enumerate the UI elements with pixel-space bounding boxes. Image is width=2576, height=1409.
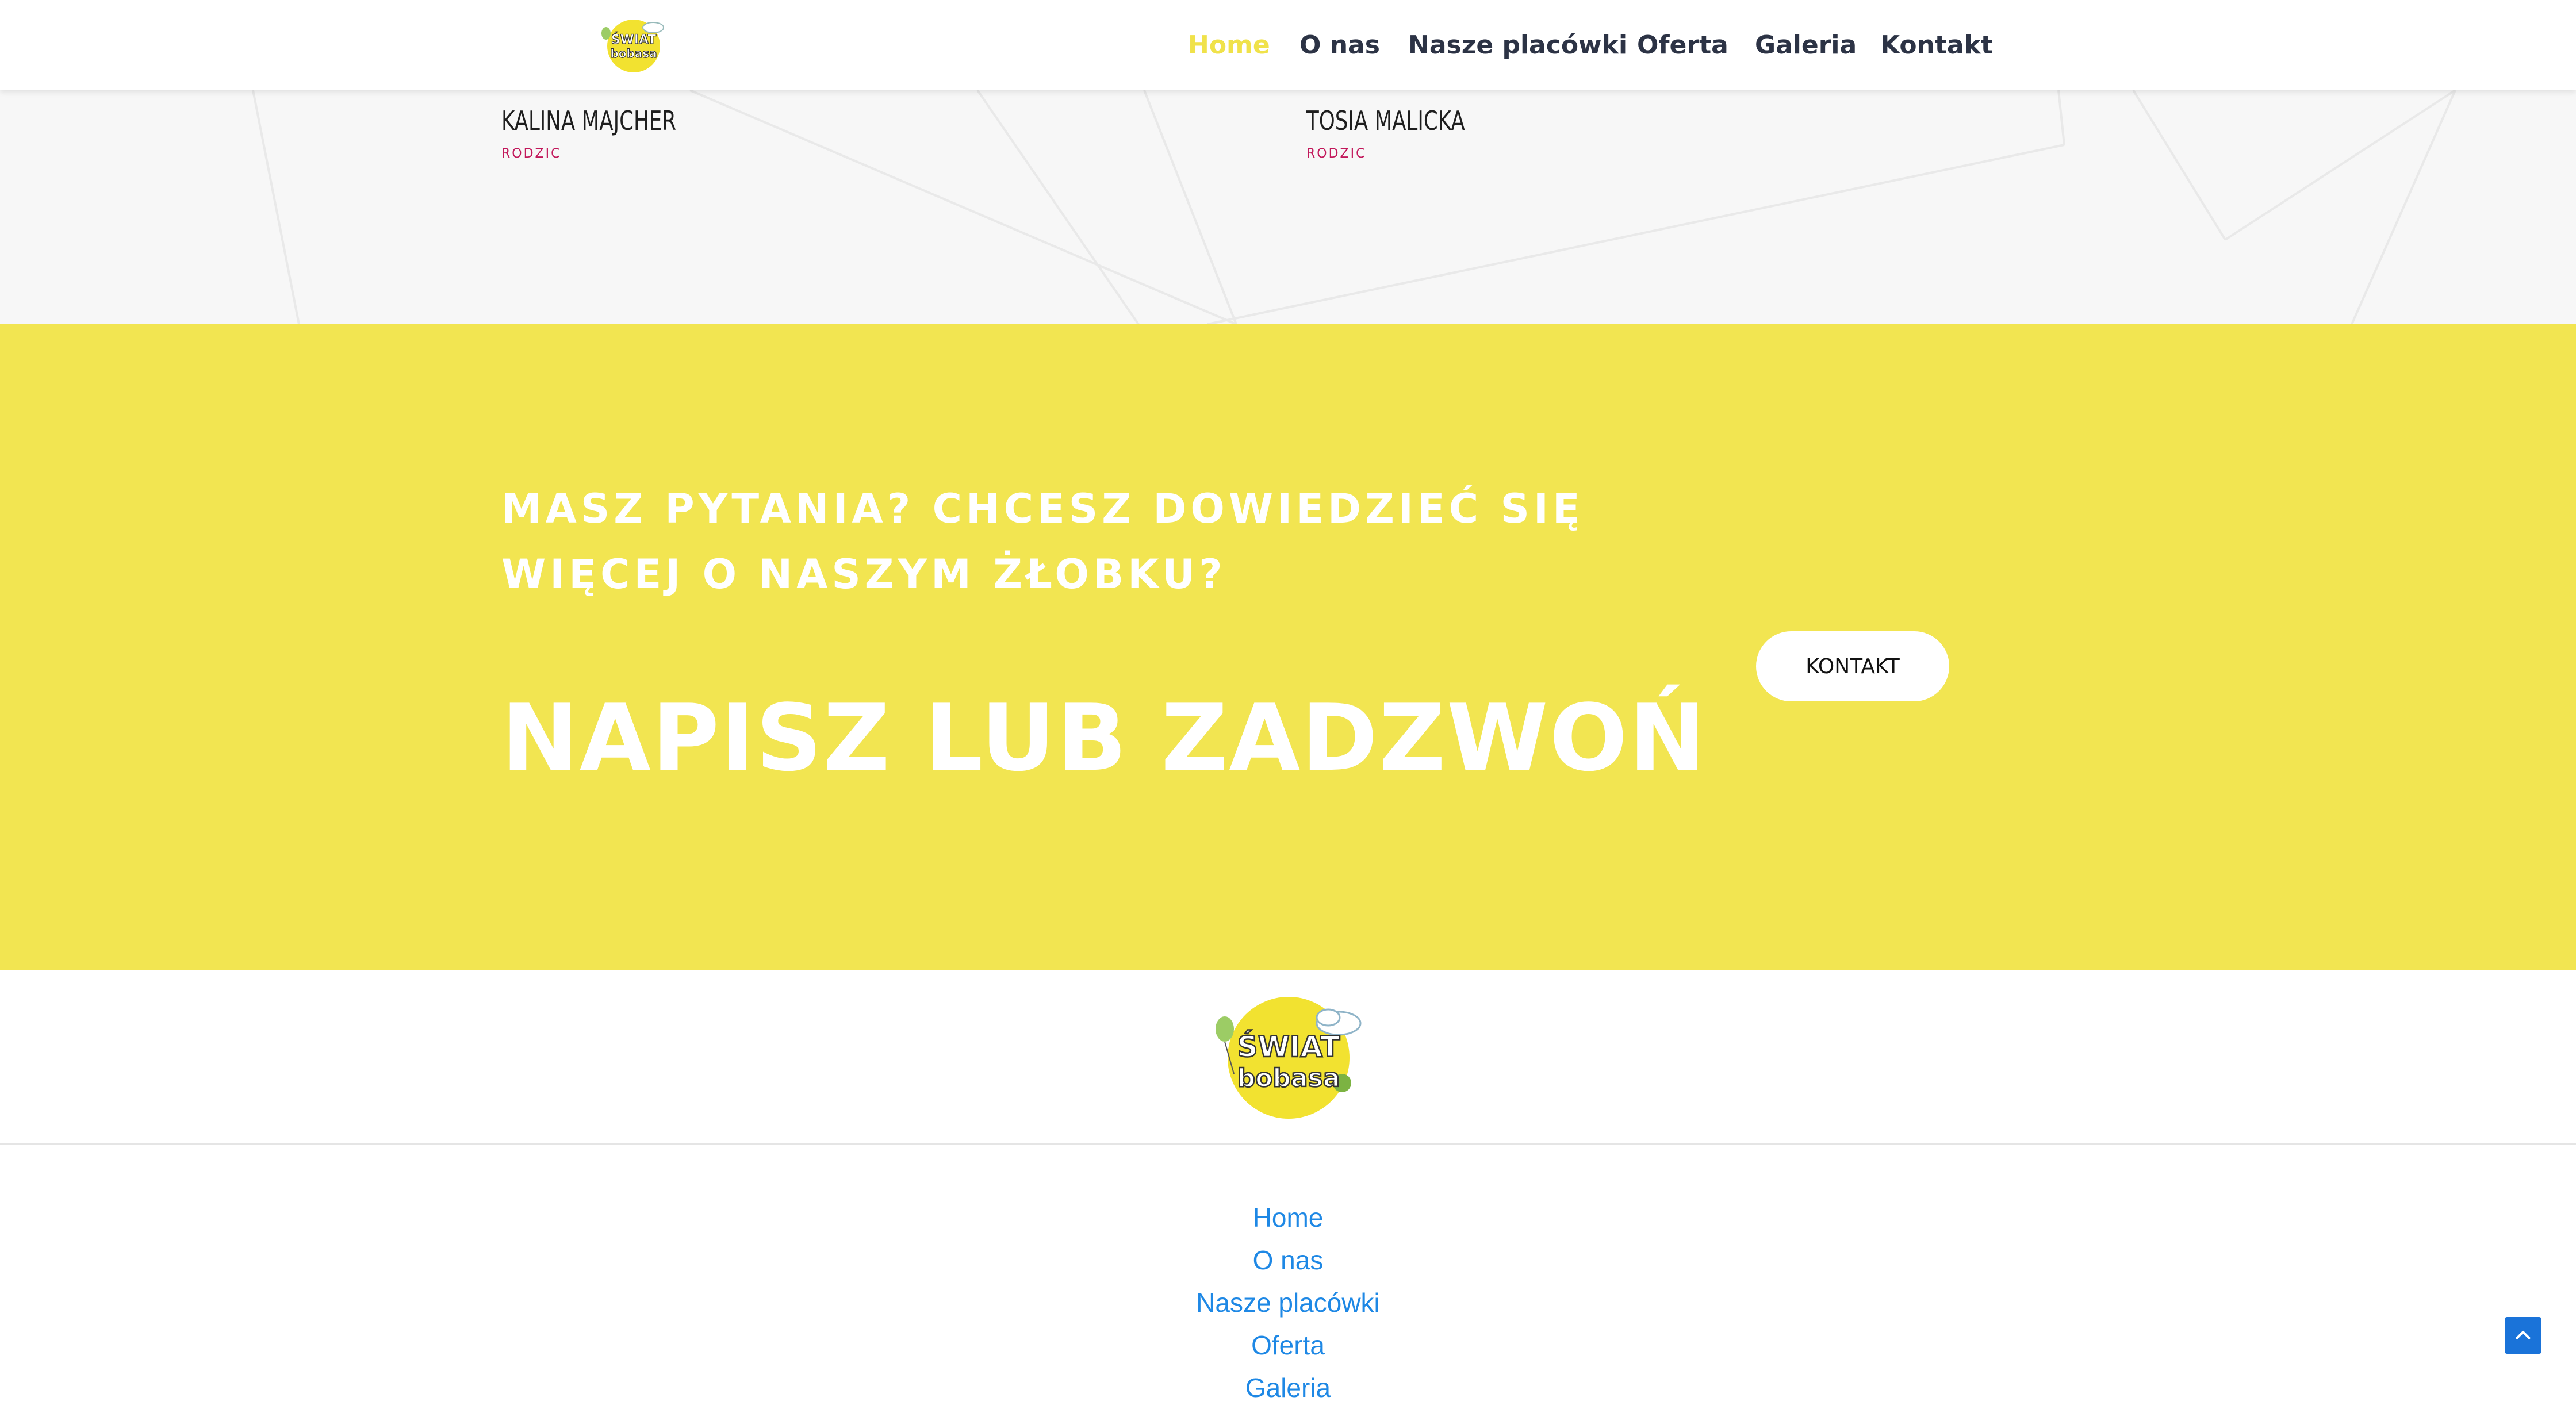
testimonial-role: RODZIC bbox=[501, 147, 562, 161]
footer-nav: Home O nas Nasze placówki Oferta Galeria bbox=[0, 1145, 2576, 1403]
footer-link-home[interactable]: Home bbox=[0, 1196, 2576, 1239]
scroll-to-top-button[interactable] bbox=[2505, 1317, 2542, 1354]
svg-text:ŚWIAT: ŚWIAT bbox=[1237, 1030, 1340, 1064]
main-nav: Home O nas Nasze placówki Oferta Galeria… bbox=[0, 0, 2576, 90]
chevron-up-icon bbox=[2516, 1331, 2531, 1339]
cta-heading: NAPISZ LUB ZADZWOŃ bbox=[501, 684, 1707, 792]
cta-question-line: WIĘCEJ O NASZYM ŻŁOBKU? bbox=[501, 551, 1226, 598]
testimonial-role: RODZIC bbox=[1306, 147, 1367, 161]
logo-image: ŚWIAT bobasa bbox=[1216, 997, 1362, 1119]
nav-kontakt[interactable]: Kontakt bbox=[1880, 25, 1993, 66]
footer-link-galeria[interactable]: Galeria bbox=[0, 1366, 2576, 1409]
nav-nasze-placowki[interactable]: Nasze placówki bbox=[1408, 25, 1627, 66]
footer-link-nasze-placowki[interactable]: Nasze placówki bbox=[0, 1281, 2576, 1324]
site-header: ŚWIAT bobasa Home O nas Nasze placówki O… bbox=[0, 0, 2576, 90]
testimonial-name: TOSIA MALICKA bbox=[1306, 105, 1465, 136]
nav-galeria[interactable]: Galeria bbox=[1755, 25, 1857, 66]
svg-text:bobasa: bobasa bbox=[1237, 1064, 1340, 1093]
cta-question-line: MASZ PYTANIA? CHCESZ DOWIEDZIEĆ SIĘ bbox=[501, 485, 1584, 532]
nav-o-nas[interactable]: O nas bbox=[1300, 25, 1380, 66]
kontakt-button[interactable]: KONTAKT bbox=[1756, 631, 1949, 701]
footer-link-oferta[interactable]: Oferta bbox=[0, 1324, 2576, 1366]
nav-oferta[interactable]: Oferta bbox=[1637, 25, 1728, 66]
cta-question: MASZ PYTANIA? CHCESZ DOWIEDZIEĆ SIĘ WIĘC… bbox=[501, 476, 1594, 607]
testimonial-name: KALINA MAJCHER bbox=[501, 105, 676, 136]
footer-link-o-nas[interactable]: O nas bbox=[0, 1239, 2576, 1281]
footer-logo-area: ŚWIAT bobasa bbox=[0, 970, 2576, 1143]
footer-logo[interactable]: ŚWIAT bobasa bbox=[1205, 993, 1372, 1121]
testimonials-section: KALINA MAJCHER RODZIC TOSIA MALICKA RODZ… bbox=[0, 90, 2576, 324]
contact-cta-section: MASZ PYTANIA? CHCESZ DOWIEDZIEĆ SIĘ WIĘC… bbox=[0, 324, 2576, 970]
background-lines bbox=[252, 90, 2456, 324]
nav-home[interactable]: Home bbox=[1188, 25, 1270, 66]
